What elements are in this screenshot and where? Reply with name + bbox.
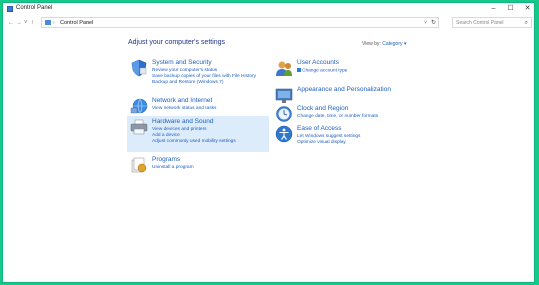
category-link[interactable]: View network status and tasks [152, 106, 216, 111]
category-link-text[interactable]: Change account type [302, 68, 347, 73]
printer-icon [130, 119, 148, 135]
programs-icon [131, 157, 147, 173]
window-title: Control Panel [16, 5, 53, 11]
category-link[interactable]: Optimize visual display [297, 140, 346, 145]
category-link[interactable]: Save backup copies of your files with Fi… [152, 74, 256, 79]
category-link[interactable]: View devices and printers [152, 127, 207, 132]
up-arrow-icon[interactable]: ↑ [31, 18, 34, 28]
minimize-button[interactable]: – [485, 3, 502, 15]
title-bar: Control Panel – ☐ ✕ [3, 3, 534, 16]
category-title[interactable]: Network and Internet [152, 97, 212, 104]
clock-icon [276, 106, 292, 122]
category-link[interactable]: Change account type [297, 68, 347, 73]
category-hardware-and-sound: Hardware and Sound View devices and prin… [127, 116, 269, 152]
category-user-accounts: User Accounts Change account type [272, 57, 414, 79]
category-link[interactable]: Backup and Restore (Windows 7) [152, 80, 223, 85]
uac-shield-icon [297, 68, 301, 72]
category-title[interactable]: User Accounts [297, 59, 339, 66]
shield-icon [131, 59, 147, 77]
users-icon [276, 61, 292, 76]
category-link[interactable]: Adjust commonly used mobility settings [152, 139, 236, 144]
recent-locations-icon[interactable]: ˅ [24, 18, 28, 28]
view-by[interactable]: View by: Category ▾ [362, 41, 406, 47]
category-system-and-security: System and Security Review your computer… [127, 57, 269, 91]
breadcrumb-separator[interactable]: › [87, 18, 89, 28]
category-title[interactable]: Clock and Region [297, 105, 348, 112]
category-title[interactable]: Programs [152, 156, 180, 163]
forward-arrow-icon[interactable]: → [16, 18, 22, 28]
search-icon[interactable]: ⌕ [525, 18, 528, 28]
search-placeholder: Search Control Panel [456, 20, 504, 26]
category-appearance-and-personalization: Appearance and Personalization [272, 84, 414, 103]
category-link[interactable]: Add a device [152, 133, 180, 138]
address-bar[interactable]: › Control Panel › ˅ ↻ [41, 17, 439, 28]
refresh-icon[interactable]: ↻ [431, 18, 436, 28]
category-link[interactable]: Review your computer's status [152, 68, 217, 73]
control-panel-icon [45, 20, 51, 25]
category-link[interactable]: Let Windows suggest settings [297, 134, 360, 139]
category-title[interactable]: Ease of Access [297, 125, 341, 132]
category-network-and-internet: Network and Internet View network status… [127, 95, 269, 117]
category-link[interactable]: Change date, time, or number formats [297, 114, 378, 119]
maximize-button[interactable]: ☐ [502, 3, 519, 15]
category-ease-of-access: Ease of Access Let Windows suggest setti… [272, 123, 414, 153]
category-title[interactable]: Appearance and Personalization [297, 86, 391, 93]
page-title: Adjust your computer's settings [128, 39, 226, 46]
network-icon [130, 98, 148, 114]
view-by-label: View by: [362, 41, 381, 47]
search-input[interactable]: Search Control Panel ⌕ [452, 17, 532, 28]
ease-of-access-icon [275, 125, 293, 143]
close-button[interactable]: ✕ [519, 3, 534, 15]
view-by-dropdown[interactable]: Category ▾ [382, 41, 406, 47]
address-toolbar: ← → ˅ ↑ › Control Panel › ˅ ↻ Search Con… [3, 16, 534, 30]
address-dropdown-icon[interactable]: ˅ [424, 18, 427, 28]
back-arrow-icon[interactable]: ← [8, 18, 14, 28]
category-clock-and-region: Clock and Region Change date, time, or n… [272, 103, 414, 125]
breadcrumb-separator[interactable]: › [53, 18, 55, 28]
category-link[interactable]: Uninstall a program [152, 165, 194, 170]
category-programs: Programs Uninstall a program [127, 154, 269, 176]
appearance-icon [275, 88, 293, 103]
control-panel-window: Control Panel – ☐ ✕ ← → ˅ ↑ › Control Pa… [2, 2, 535, 283]
control-panel-app-icon [7, 6, 13, 12]
category-title[interactable]: Hardware and Sound [152, 118, 213, 125]
category-title[interactable]: System and Security [152, 59, 212, 66]
